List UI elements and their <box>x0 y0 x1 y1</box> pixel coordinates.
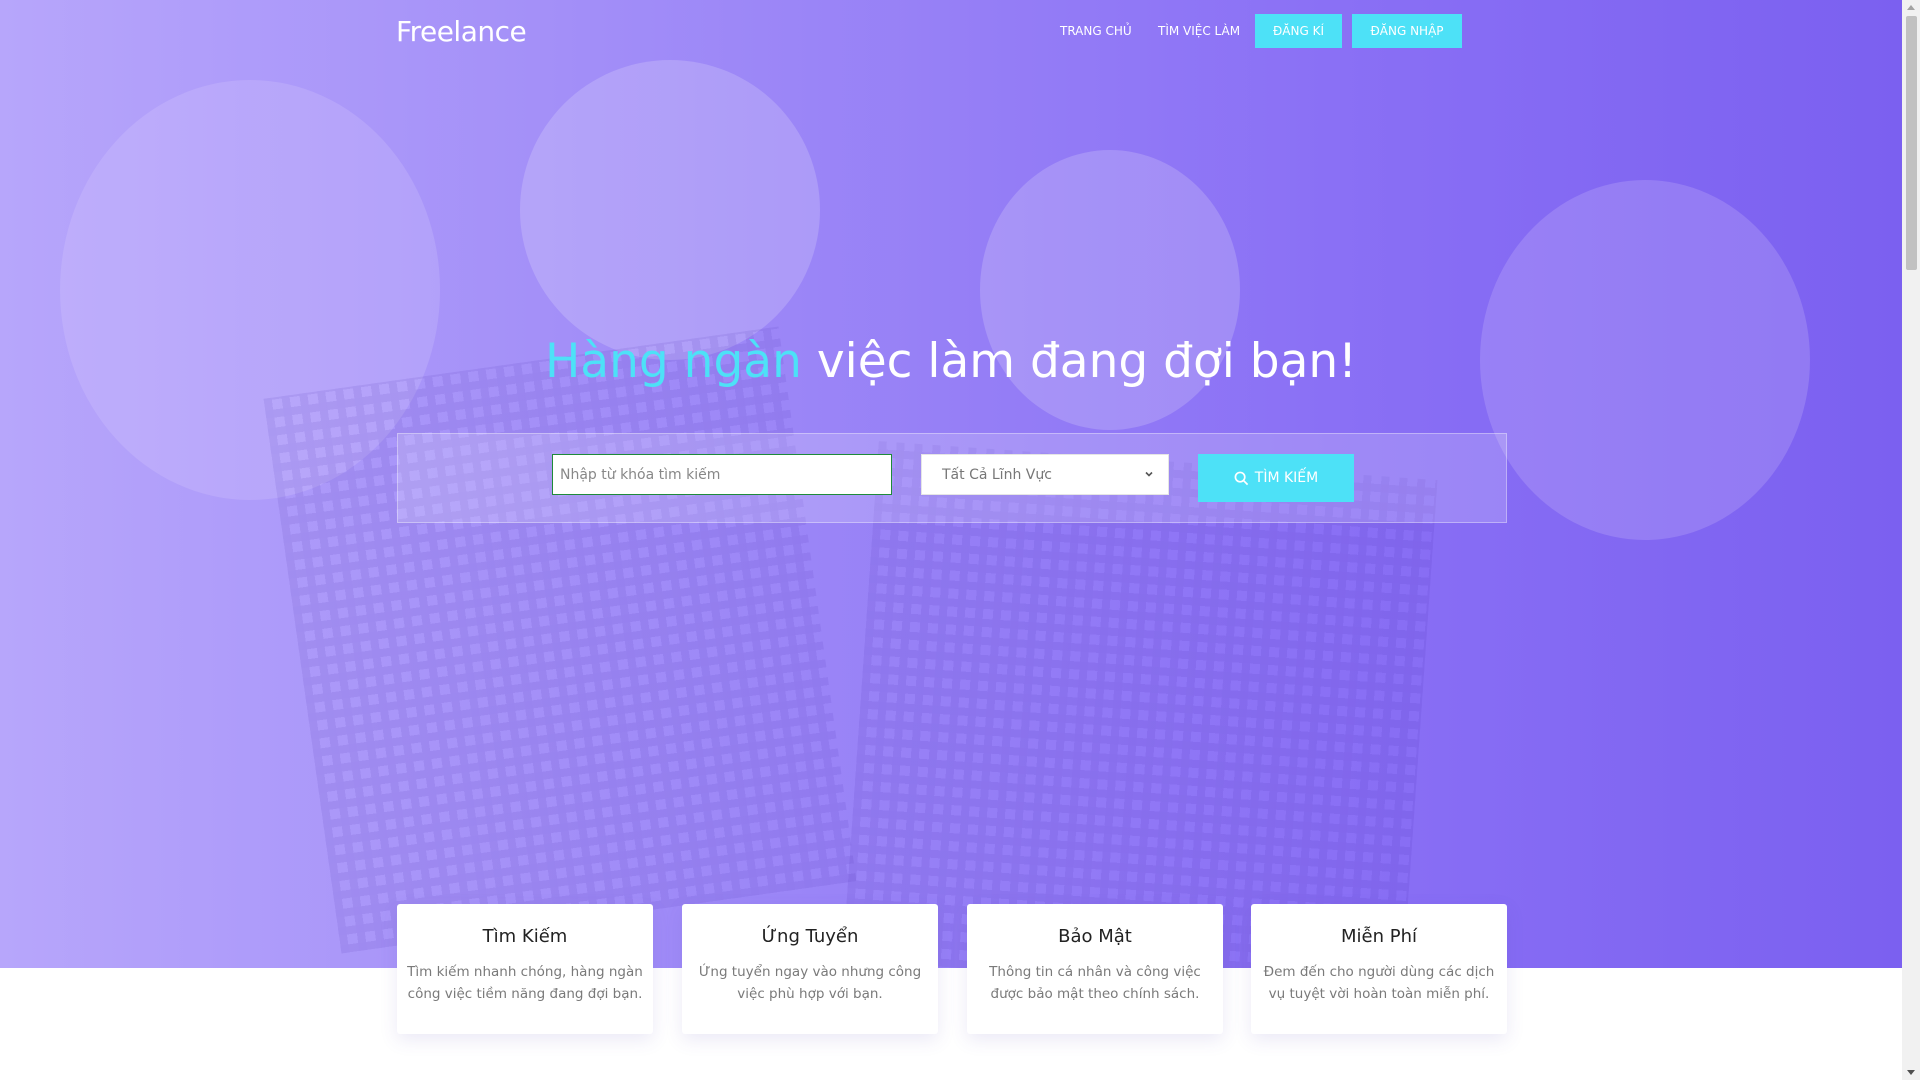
feature-card-text: Ứng tuyển ngay vào nhưng công việc phù h… <box>698 964 922 1002</box>
features-row: Tìm Kiếm Tìm kiếm nhanh chóng, hàng ngàn… <box>397 904 1507 1034</box>
scroll-up-arrow-icon[interactable] <box>1907 5 1915 10</box>
chevron-down-icon <box>1145 471 1153 477</box>
headline-rest: việc làm đang đợi bạn! <box>801 334 1358 389</box>
feature-card-title: Tìm Kiếm <box>482 926 568 947</box>
page-scrollbar[interactable] <box>1902 0 1920 1080</box>
search-panel: Tất Cả Lĩnh Vực TÌM KIẾM <box>397 433 1507 523</box>
feature-card-title: Ứng Tuyển <box>761 926 859 947</box>
feature-card-text: Thông tin cá nhân và công việc được bảo … <box>989 964 1201 1002</box>
category-select[interactable]: Tất Cả Lĩnh Vực <box>921 454 1169 495</box>
headline-accent: Hàng ngàn <box>544 334 802 389</box>
search-input[interactable] <box>552 454 892 495</box>
feature-card-text: Đem đến cho người dùng các dịch vụ tuyệt… <box>1263 964 1495 1002</box>
search-button-label: TÌM KIẾM <box>1254 470 1319 486</box>
feature-card-search: Tìm Kiếm Tìm kiếm nhanh chóng, hàng ngàn… <box>397 904 653 1034</box>
page-viewport: Freelance TRANG CHỦ TÌM VIỆC LÀM ĐĂNG KÍ… <box>0 0 1902 1080</box>
feature-card-title: Bảo Mật <box>1058 926 1132 947</box>
hero-headline: Hàng ngàn việc làm đang đợi bạn! <box>0 334 1902 389</box>
feature-card-title: Miễn Phí <box>1341 926 1417 947</box>
feature-card-free: Miễn Phí Đem đến cho người dùng các dịch… <box>1251 904 1507 1034</box>
login-button[interactable]: ĐĂNG NHẬP <box>1352 14 1462 48</box>
feature-card-security: Bảo Mật Thông tin cá nhân và công việc đ… <box>967 904 1223 1034</box>
feature-card-text: Tìm kiếm nhanh chóng, hàng ngàn công việ… <box>407 964 643 1002</box>
scroll-down-arrow-icon[interactable] <box>1907 1070 1915 1075</box>
search-icon <box>1234 471 1248 485</box>
site-logo[interactable]: Freelance <box>396 14 527 50</box>
category-select-value: Tất Cả Lĩnh Vực <box>942 467 1052 483</box>
navbar: Freelance TRANG CHỦ TÌM VIỆC LÀM ĐĂNG KÍ… <box>396 14 1462 50</box>
register-button[interactable]: ĐĂNG KÍ <box>1255 14 1342 48</box>
scrollbar-thumb[interactable] <box>1906 16 1917 270</box>
hero-section: Freelance TRANG CHỦ TÌM VIỆC LÀM ĐĂNG KÍ… <box>0 0 1902 968</box>
feature-card-apply: Ứng Tuyển Ứng tuyển ngay vào nhưng công … <box>682 904 938 1034</box>
hero-bg-pattern <box>263 326 857 954</box>
hero-bg-shape <box>520 60 820 360</box>
search-button[interactable]: TÌM KIẾM <box>1198 454 1354 502</box>
nav-link-find-jobs[interactable]: TÌM VIỆC LÀM <box>1158 14 1240 48</box>
nav-link-home[interactable]: TRANG CHỦ <box>1060 14 1132 48</box>
